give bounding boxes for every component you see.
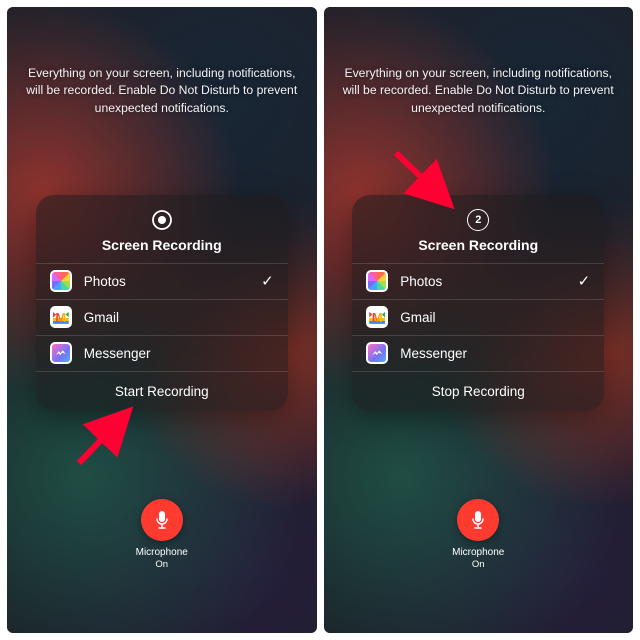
phone-left: Everything on your screen, including not… (7, 7, 317, 633)
microphone-label: Microphone (136, 547, 188, 558)
gmail-icon (366, 306, 388, 328)
checkmark-icon: ✓ (261, 272, 274, 290)
microphone-label: Microphone (452, 547, 504, 558)
app-label: Messenger (400, 346, 590, 361)
card-header: 2 Screen Recording (352, 195, 604, 263)
microphone-icon (141, 499, 183, 541)
app-label: Messenger (84, 346, 274, 361)
gmail-icon (50, 306, 72, 328)
photos-icon (366, 270, 388, 292)
app-row-gmail[interactable]: Gmail (36, 299, 288, 335)
stop-recording-button[interactable]: Stop Recording (352, 371, 604, 411)
instruction-text: Everything on your screen, including not… (22, 65, 302, 117)
app-row-photos[interactable]: Photos ✓ (352, 263, 604, 299)
photos-icon (50, 270, 72, 292)
countdown-icon: 2 (467, 209, 489, 231)
microphone-icon (457, 499, 499, 541)
app-label: Photos (84, 274, 261, 289)
record-icon (151, 209, 173, 231)
recording-card: Screen Recording Photos ✓ Gmail Messenge (36, 195, 288, 411)
app-label: Gmail (84, 310, 274, 325)
microphone-toggle[interactable]: Microphone On (136, 499, 188, 570)
app-label: Gmail (400, 310, 590, 325)
app-list: Photos ✓ Gmail Messenger (352, 263, 604, 371)
checkmark-icon: ✓ (578, 272, 591, 290)
card-title: Screen Recording (102, 237, 222, 253)
card-title: Screen Recording (418, 237, 538, 253)
app-list: Photos ✓ Gmail Messenger (36, 263, 288, 371)
app-row-gmail[interactable]: Gmail (352, 299, 604, 335)
phone-right: Everything on your screen, including not… (324, 7, 634, 633)
app-row-messenger[interactable]: Messenger (36, 335, 288, 371)
app-label: Photos (400, 274, 577, 289)
instruction-text: Everything on your screen, including not… (338, 65, 618, 117)
microphone-toggle[interactable]: Microphone On (452, 499, 504, 570)
recording-card: 2 Screen Recording Photos ✓ Gmail (352, 195, 604, 411)
card-header: Screen Recording (36, 195, 288, 263)
app-row-photos[interactable]: Photos ✓ (36, 263, 288, 299)
microphone-status: On (155, 559, 168, 570)
microphone-status: On (472, 559, 485, 570)
app-row-messenger[interactable]: Messenger (352, 335, 604, 371)
messenger-icon (366, 342, 388, 364)
start-recording-button[interactable]: Start Recording (36, 371, 288, 411)
messenger-icon (50, 342, 72, 364)
